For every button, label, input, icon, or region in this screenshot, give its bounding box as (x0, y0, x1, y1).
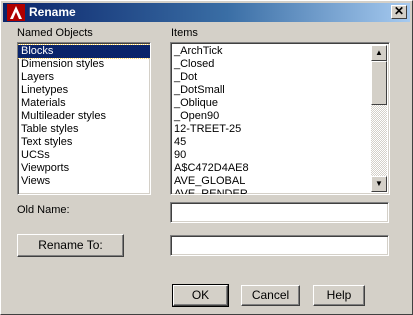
items-list[interactable]: _ArchTick _Closed _Dot _DotSmall _Oblique _Op… (170, 42, 390, 195)
list-item[interactable]: A$C472D4AE8 (171, 162, 371, 175)
list-item[interactable]: 90 (171, 149, 371, 162)
rename-to-field[interactable] (170, 235, 389, 256)
list-item[interactable]: _Oblique (171, 97, 371, 110)
list-item[interactable]: Views (18, 175, 150, 188)
list-item[interactable]: Viewports (18, 162, 150, 175)
list-item[interactable]: _DotSmall (171, 84, 371, 97)
autocad-app-icon (7, 4, 25, 21)
list-item[interactable]: Text styles (18, 136, 150, 149)
list-item[interactable]: Table styles (18, 123, 150, 136)
list-item[interactable]: Dimension styles (18, 58, 150, 71)
list-item[interactable]: _Closed (171, 58, 371, 71)
help-button[interactable]: Help (313, 285, 365, 306)
list-item[interactable]: Layers (18, 71, 150, 84)
old-name-field[interactable] (170, 202, 389, 223)
list-item[interactable]: _Dot (171, 71, 371, 84)
scroll-down-icon[interactable]: ▼ (371, 176, 387, 192)
list-item[interactable]: _ArchTick (171, 45, 371, 58)
list-item[interactable]: _Open90 (171, 110, 371, 123)
named-objects-label: Named Objects (17, 27, 93, 39)
list-item[interactable]: 45 (171, 136, 371, 149)
list-item[interactable]: Blocks (18, 44, 150, 59)
list-item[interactable]: 12-TREET-25 (171, 123, 371, 136)
list-item[interactable]: Materials (18, 97, 150, 110)
scroll-up-icon[interactable]: ▲ (371, 45, 387, 61)
title-bar[interactable]: Rename ✕ (3, 3, 410, 22)
scroll-thumb[interactable] (371, 61, 387, 105)
cancel-button[interactable]: Cancel (241, 285, 300, 306)
rename-to-button[interactable]: Rename To: (17, 234, 124, 257)
list-item[interactable]: AVE_GLOBAL (171, 175, 371, 188)
ok-button[interactable]: OK (172, 284, 229, 307)
window-title: Rename (29, 5, 76, 19)
list-item[interactable]: UCSs (18, 149, 150, 162)
items-scrollbar[interactable]: ▲ ▼ (371, 45, 387, 192)
list-item[interactable]: Linetypes (18, 84, 150, 97)
items-label: Items (171, 27, 198, 39)
close-icon[interactable]: ✕ (391, 5, 407, 19)
rename-dialog: Rename ✕ Named Objects Blocks Dimension s… (0, 0, 413, 315)
list-item[interactable]: Multileader styles (18, 110, 150, 123)
list-item[interactable]: AVE_RENDER (171, 188, 371, 194)
old-name-label: Old Name: (17, 204, 70, 216)
named-objects-list[interactable]: Blocks Dimension styles Layers Linetypes Mat… (17, 42, 151, 195)
